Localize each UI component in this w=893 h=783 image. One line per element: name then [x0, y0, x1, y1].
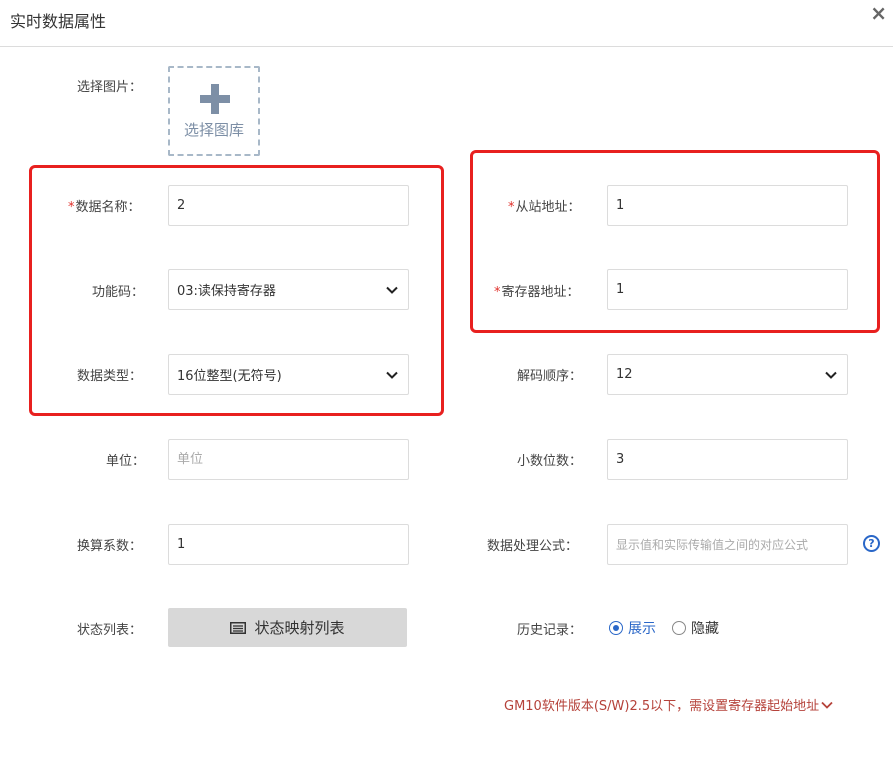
history-show-radio[interactable]: 展示	[609, 618, 656, 638]
data-name-input[interactable]	[168, 185, 409, 226]
unit-input[interactable]	[168, 439, 409, 480]
image-library-label: 选择图库	[183, 121, 244, 139]
radio-unchecked-icon	[672, 621, 686, 635]
formula-input[interactable]	[607, 524, 848, 565]
slave-address-input[interactable]	[607, 185, 848, 226]
chevron-down-icon	[386, 371, 398, 379]
list-icon	[230, 621, 247, 634]
chevron-down-icon	[825, 371, 837, 379]
plus-icon	[200, 84, 230, 114]
function-code-select[interactable]: 03:读保持寄存器	[168, 269, 409, 310]
register-start-address-note[interactable]: GM10软件版本(S/W)2.5以下，需设置寄存器起始地址	[504, 695, 833, 714]
formula-label: 数据处理公式：	[487, 539, 579, 554]
required-mark: *	[68, 200, 75, 215]
decode-order-label: 解码顺序：	[517, 369, 583, 384]
realtime-data-properties-dialog: 实时数据属性 × 选择图片： 选择图库 *数据名称： 功能码： 03:读保持寄存…	[0, 0, 893, 783]
history-label: 历史记录：	[517, 623, 583, 638]
decimals-label: 小数位数：	[517, 454, 583, 469]
function-code-value: 03:读保持寄存器	[177, 284, 276, 299]
register-address-label-text: 寄存器地址：	[501, 285, 580, 300]
chevron-down-icon	[821, 701, 833, 709]
decode-order-select[interactable]: 12	[607, 354, 848, 395]
function-code-label: 功能码：	[92, 285, 145, 300]
image-library-button[interactable]: 选择图库	[168, 66, 260, 156]
data-type-value: 16位整型(无符号)	[177, 369, 282, 384]
status-list-label: 状态列表：	[77, 623, 143, 638]
required-mark: *	[494, 285, 501, 300]
factor-label: 换算系数：	[77, 539, 143, 554]
dialog-title: 实时数据属性	[10, 12, 107, 31]
register-address-label: *寄存器地址：	[494, 281, 580, 300]
decode-order-value: 12	[616, 367, 633, 382]
slave-address-label: *从站地址：	[508, 196, 581, 215]
help-icon[interactable]: ?	[863, 535, 880, 552]
data-type-label: 数据类型：	[77, 369, 143, 384]
history-radio-group: 展示 隐藏	[609, 618, 735, 638]
data-name-label-text: 数据名称：	[75, 200, 141, 215]
dialog-header: 实时数据属性 ×	[0, 0, 893, 47]
history-show-label: 展示	[628, 621, 656, 637]
register-address-input[interactable]	[607, 269, 848, 310]
history-hide-label: 隐藏	[691, 621, 719, 637]
slave-address-label-text: 从站地址：	[515, 200, 581, 215]
unit-label: 单位：	[106, 454, 146, 469]
data-type-select[interactable]: 16位整型(无符号)	[168, 354, 409, 395]
history-hide-radio[interactable]: 隐藏	[672, 618, 719, 638]
required-mark: *	[508, 200, 515, 215]
chevron-down-icon	[386, 286, 398, 294]
status-mapping-list-button[interactable]: 状态映射列表	[168, 608, 407, 647]
radio-checked-icon	[609, 621, 623, 635]
image-label: 选择图片：	[77, 80, 143, 95]
close-icon[interactable]: ×	[870, 3, 887, 23]
note-text: GM10软件版本(S/W)2.5以下，需设置寄存器起始地址	[504, 699, 820, 714]
decimals-input[interactable]	[607, 439, 848, 480]
data-name-label: *数据名称：	[68, 196, 141, 215]
factor-input[interactable]	[168, 524, 409, 565]
status-mapping-list-label: 状态映射列表	[254, 619, 345, 637]
